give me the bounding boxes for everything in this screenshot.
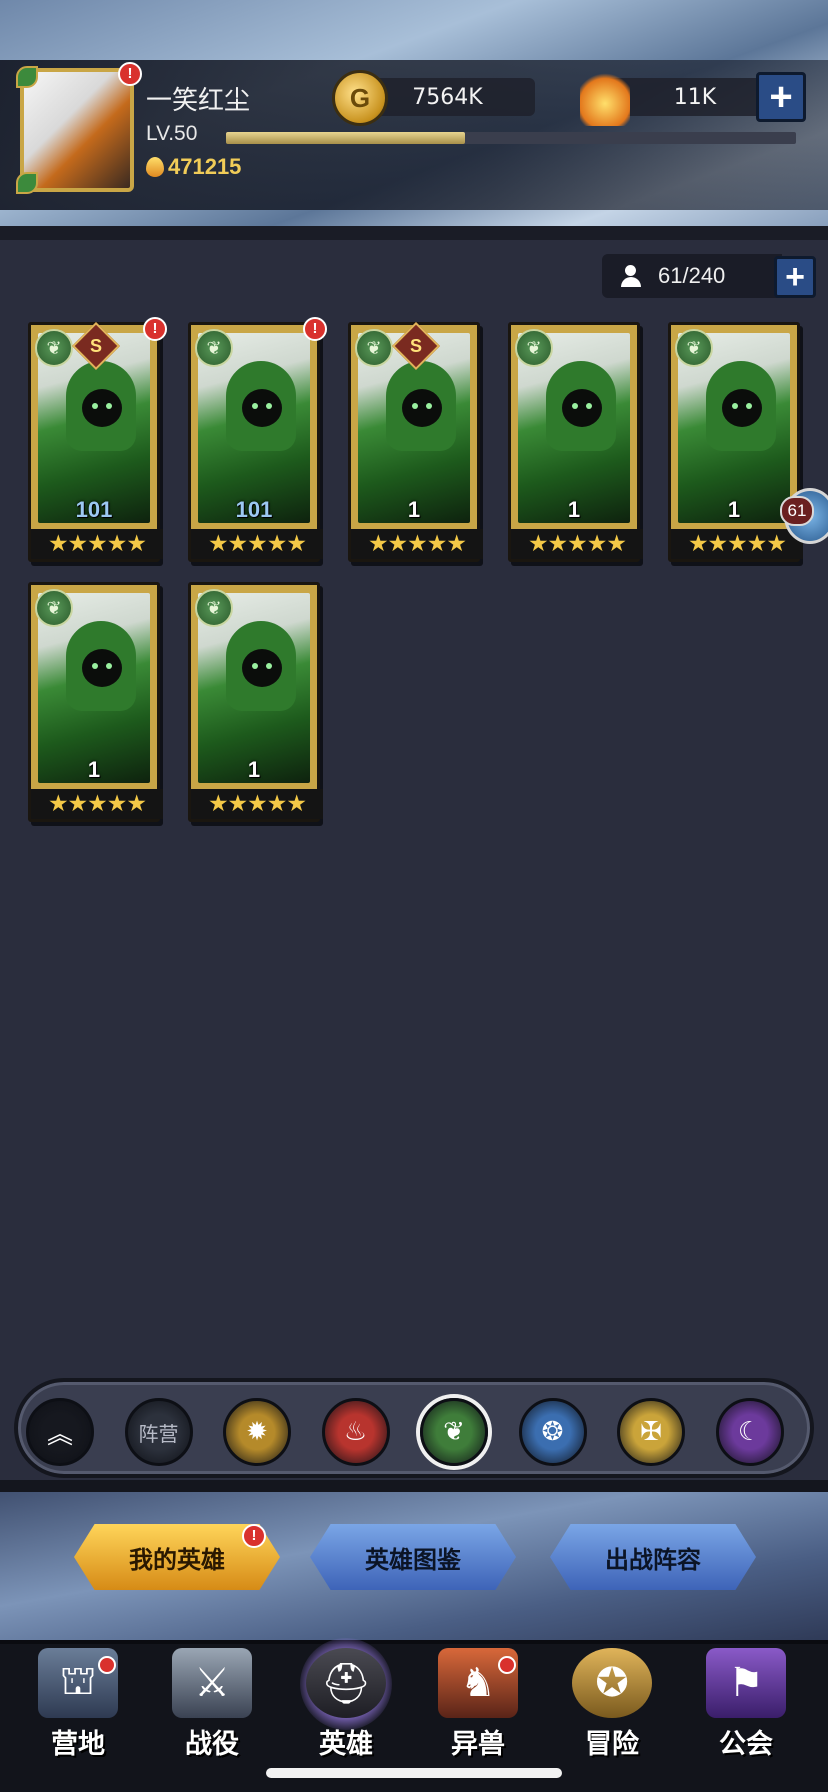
guild-banner-icon: ⚑ xyxy=(706,1648,786,1718)
forest-faction-icon: ❦ xyxy=(675,329,713,367)
flame-icon xyxy=(146,157,164,177)
nav-camp[interactable]: ⛫ 营地 xyxy=(14,1644,142,1764)
hero-face xyxy=(722,389,762,427)
filter-fire-icon[interactable]: ♨ xyxy=(321,1398,390,1466)
nav-guild[interactable]: ⚑ 公会 xyxy=(682,1644,810,1764)
hero-face xyxy=(242,389,282,427)
hero-star-rating: ★★★★★ xyxy=(671,529,803,559)
camp-alert-dot xyxy=(98,1656,116,1674)
person-add-icon xyxy=(620,265,642,287)
hero-face xyxy=(242,649,282,687)
compass-icon: ✪ xyxy=(572,1648,652,1718)
avatar-alert-badge: ! xyxy=(118,62,142,86)
nav-beasts[interactable]: ♞ 异兽 xyxy=(414,1644,542,1764)
forest-faction-icon: ❦ xyxy=(515,329,553,367)
filter-forest-icon[interactable]: ❦ xyxy=(420,1398,488,1466)
my-heroes-alert-badge: ! xyxy=(242,1524,266,1548)
filter-dark-icon[interactable]: ☾ xyxy=(715,1398,784,1466)
forest-faction-icon: ❦ xyxy=(35,329,73,367)
combat-power: 471215 xyxy=(146,154,241,180)
hero-level: 101 xyxy=(235,497,273,522)
filter-sun-icon[interactable]: ✹ xyxy=(223,1398,291,1466)
hero-star-rating: ★★★★★ xyxy=(31,789,163,819)
forest-faction-icon: ❦ xyxy=(195,589,233,627)
nav-adventure-label: 冒险 xyxy=(585,1729,639,1760)
rank-badge-label: S xyxy=(409,336,422,356)
hero-level: 1 xyxy=(407,497,421,522)
hero-capacity: 61/240 xyxy=(602,254,782,298)
hero-card[interactable]: ❦ S 1 ★★★★★ xyxy=(348,321,483,562)
nav-heroes-label: 英雄 xyxy=(319,1729,373,1760)
expand-roster-button[interactable]: + xyxy=(774,256,816,298)
soul-fire-icon xyxy=(580,70,630,126)
add-currency-button[interactable]: + xyxy=(756,72,806,122)
nav-camp-label: 营地 xyxy=(51,1729,105,1760)
hero-star-rating: ★★★★★ xyxy=(31,529,163,559)
hero-star-rating: ★★★★★ xyxy=(191,529,323,559)
tab-hero-codex[interactable]: 英雄图鉴 xyxy=(310,1524,516,1590)
hero-face xyxy=(82,389,122,427)
leaf-corner-icon xyxy=(16,172,38,194)
home-indicator[interactable] xyxy=(266,1768,562,1778)
nav-heroes[interactable]: ⛑ 英雄 xyxy=(282,1638,410,1764)
crossed-swords-icon: ⚔ xyxy=(172,1648,252,1718)
hero-card[interactable]: ❦ S! 101 ★★★★★ xyxy=(28,317,167,562)
forest-faction-icon: ❦ xyxy=(355,329,393,367)
gold-coin-letter: G xyxy=(349,82,371,113)
forest-faction-icon: ❦ xyxy=(35,589,73,627)
nav-guild-label: 公会 xyxy=(719,1729,773,1760)
nav-campaign-label: 战役 xyxy=(185,1729,239,1760)
hero-star-rating: ★★★★★ xyxy=(351,529,483,559)
gold-coin-icon: G xyxy=(332,70,388,126)
hero-card[interactable]: ❦ 1 ★★★★★ xyxy=(188,582,323,822)
filter-chevron-up-icon[interactable]: ︽ xyxy=(26,1398,94,1466)
hero-star-rating: ★★★★★ xyxy=(511,529,643,559)
player-level: LV.50 xyxy=(146,122,198,145)
hero-card[interactable]: ❦ 1 ★★★★★ xyxy=(668,322,803,562)
hero-level: 101 xyxy=(75,497,113,522)
filter-water-icon[interactable]: ❂ xyxy=(518,1398,587,1466)
chat-unread-count: 61 xyxy=(780,496,814,526)
gem-value: 11K xyxy=(673,84,717,110)
hero-card[interactable]: ❦! 101 ★★★★★ xyxy=(188,317,327,562)
hero-level: 1 xyxy=(87,757,101,782)
hero-face xyxy=(562,389,602,427)
hero-face xyxy=(82,649,122,687)
hero-face xyxy=(402,389,442,427)
nav-adventure[interactable]: ✪ 冒险 xyxy=(548,1644,676,1764)
xp-bar-fill xyxy=(226,132,466,144)
filter-camp-button[interactable]: 阵营 xyxy=(124,1398,193,1466)
player-avatar[interactable]: ! xyxy=(16,62,142,194)
hero-level: 1 xyxy=(727,497,741,522)
xp-bar xyxy=(226,132,796,144)
gold-value: 7564K xyxy=(412,84,483,110)
rank-badge-label: S xyxy=(89,336,102,356)
hero-card[interactable]: ❦ 1 ★★★★★ xyxy=(508,322,643,562)
hero-alert-badge: ! xyxy=(143,317,167,341)
player-name: 一笑红尘 xyxy=(146,86,251,116)
tab-battle-lineup[interactable]: 出战阵容 xyxy=(550,1524,756,1590)
hero-alert-badge: ! xyxy=(303,317,327,341)
nav-beasts-label: 异兽 xyxy=(451,1729,505,1760)
hero-level: 1 xyxy=(247,757,261,782)
hero-card[interactable]: ❦ 1 ★★★★★ xyxy=(28,582,163,822)
combat-power-value: 471215 xyxy=(168,154,242,179)
leaf-corner-icon xyxy=(16,66,38,88)
filter-light-icon[interactable]: ✠ xyxy=(617,1398,685,1466)
forest-faction-icon: ❦ xyxy=(195,329,233,367)
hero-capacity-value: 61/240 xyxy=(658,263,726,288)
nav-campaign[interactable]: ⚔ 战役 xyxy=(148,1644,276,1764)
hero-level: 1 xyxy=(567,497,581,522)
faction-filter-bar: ︽ 阵营 ✹ ♨ ❦ ❂ ✠ ☾ xyxy=(14,1378,814,1478)
knight-helmet-icon: ⛑ xyxy=(306,1648,386,1718)
hero-star-rating: ★★★★★ xyxy=(191,789,323,819)
beasts-alert-dot xyxy=(498,1656,516,1674)
